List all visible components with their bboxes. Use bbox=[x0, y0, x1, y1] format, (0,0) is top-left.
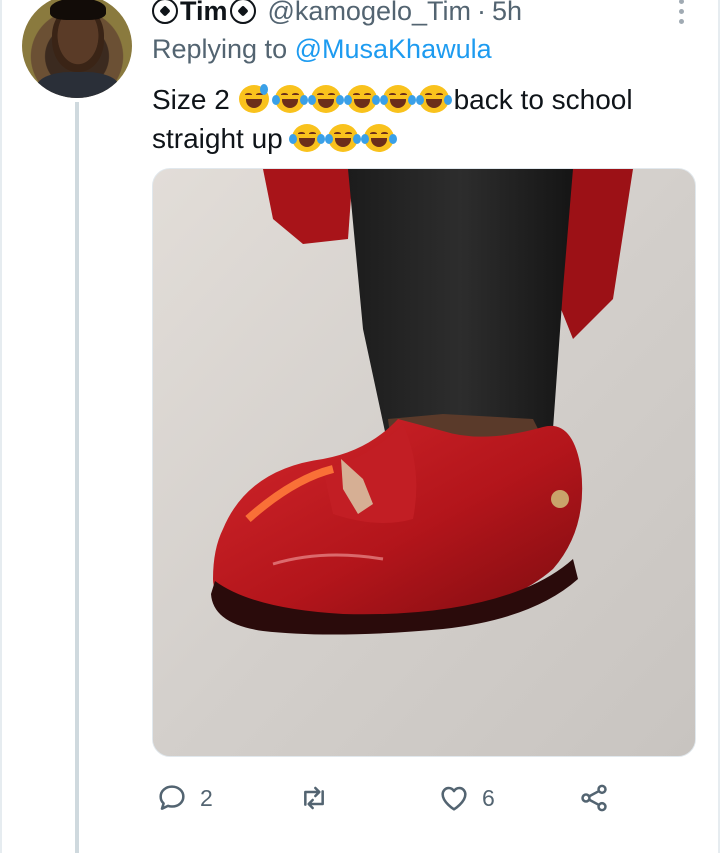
timestamp[interactable]: 5h bbox=[492, 0, 522, 27]
tears-of-joy-emoji-icon bbox=[360, 123, 397, 153]
reply-action[interactable]: 2 bbox=[156, 778, 213, 818]
share-action[interactable] bbox=[578, 778, 610, 818]
tears-of-joy-emoji-icon bbox=[288, 123, 325, 153]
tears-of-joy-emoji-icon bbox=[343, 84, 380, 114]
more-dot bbox=[678, 8, 684, 14]
tweet-text-part2: back to school bbox=[453, 84, 633, 115]
tears-of-joy-emoji-icon bbox=[415, 84, 452, 114]
user-handle[interactable]: @kamogelo_Tim bbox=[268, 0, 471, 27]
soccer-ball-icon bbox=[229, 0, 256, 24]
thread-line bbox=[75, 102, 79, 853]
grinning-sweat-emoji-icon bbox=[238, 84, 271, 114]
heart-icon bbox=[441, 786, 467, 811]
tweet-text: Size 2 back to school straight up bbox=[152, 80, 692, 158]
replying-to-mention[interactable]: @MusaKhawula bbox=[295, 34, 492, 64]
share-icon bbox=[581, 784, 607, 812]
tears-of-joy-emoji-icon bbox=[379, 84, 416, 114]
avatar-hair bbox=[50, 0, 106, 20]
replying-to-label: Replying to bbox=[152, 34, 288, 64]
more-dot bbox=[678, 18, 684, 24]
tweet-media-image[interactable] bbox=[152, 168, 696, 757]
soccer-ball-icon bbox=[152, 0, 178, 24]
separator-dot: · bbox=[477, 0, 486, 26]
reply-count: 2 bbox=[200, 784, 213, 811]
replying-to: Replying to @MusaKhawula bbox=[152, 34, 492, 65]
reply-bubble-icon bbox=[159, 785, 185, 810]
display-name[interactable]: Tim bbox=[180, 0, 228, 27]
left-border bbox=[0, 0, 2, 853]
shoe-photo bbox=[153, 169, 695, 756]
more-dot bbox=[678, 0, 684, 4]
tweet-header: Tim @kamogelo_Tim · 5h bbox=[152, 0, 522, 28]
avatar-shirt bbox=[36, 72, 120, 98]
like-count: 6 bbox=[482, 784, 495, 811]
heel-ornament bbox=[551, 490, 569, 508]
tears-of-joy-emoji-icon bbox=[307, 84, 344, 114]
like-action[interactable]: 6 bbox=[438, 778, 495, 818]
retweet-action[interactable] bbox=[298, 778, 342, 818]
tears-of-joy-emoji-icon bbox=[324, 123, 361, 153]
avatar[interactable] bbox=[22, 0, 132, 98]
tweet-actions: 2 6 bbox=[152, 778, 622, 818]
more-vertical-icon[interactable] bbox=[672, 0, 690, 28]
retweet-icon bbox=[304, 786, 324, 810]
tears-of-joy-emoji-icon bbox=[271, 84, 308, 114]
tweet-text-part3: straight up bbox=[152, 123, 283, 154]
tweet-text-part1: Size 2 bbox=[152, 84, 230, 115]
